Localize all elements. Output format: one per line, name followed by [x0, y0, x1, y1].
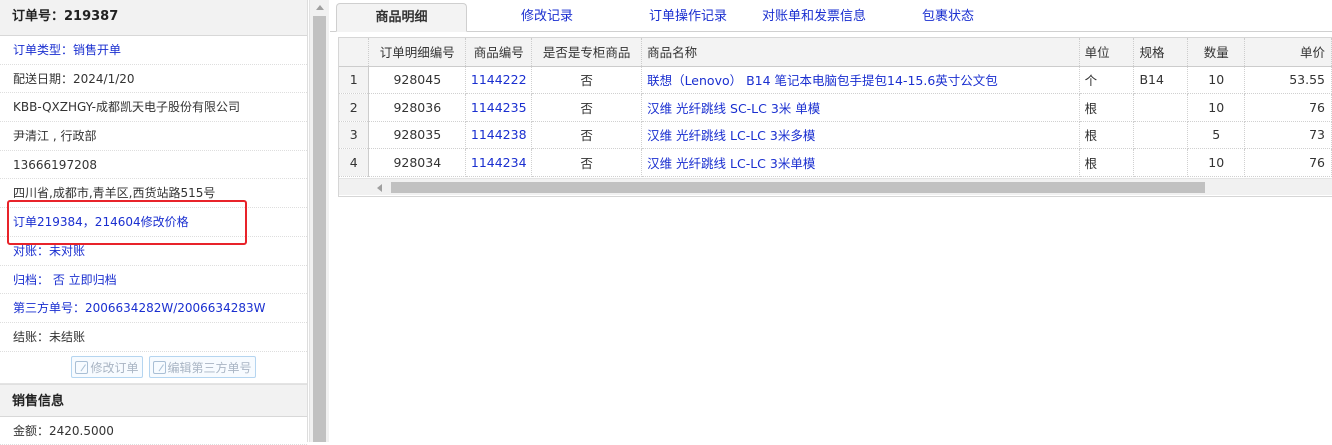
- table-row[interactable]: 4 928034 1144234 否汉维 光纤跳线 LC-LC 3米单模根 10 76: [339, 148, 1332, 177]
- product-id-link[interactable]: 1144222: [465, 66, 533, 94]
- counter-product-header[interactable]: 是否是专柜商品: [531, 38, 643, 67]
- quantity-cell: 10: [1187, 66, 1246, 94]
- reconciliation-status[interactable]: 对账：未对账: [0, 237, 307, 266]
- unit-price-cell: 53.55: [1244, 66, 1332, 94]
- archive-status[interactable]: 归档： 否 立即归档: [0, 266, 307, 295]
- unit-price-cell: 76: [1244, 148, 1332, 177]
- order-action-bar: 修改订单 编辑第三方单号: [0, 352, 307, 384]
- row-number: 1: [339, 66, 370, 94]
- tab-statement-invoice-info[interactable]: 对账单和发票信息: [750, 3, 878, 32]
- unit-header[interactable]: 单位: [1079, 38, 1135, 67]
- scroll-left-arrow-icon[interactable]: [377, 184, 382, 192]
- product-id-link[interactable]: 1144235: [465, 93, 533, 122]
- row-number-header[interactable]: [339, 38, 370, 67]
- unit-cell: 个: [1079, 66, 1135, 94]
- delivery-date: 配送日期：2024/1/20: [0, 65, 307, 94]
- order-type[interactable]: 订单类型：销售开单: [0, 36, 307, 65]
- scroll-up-arrow-icon[interactable]: [316, 5, 324, 10]
- scrollbar-thumb[interactable]: [313, 16, 326, 442]
- edit-third-party-number-label: 编辑第三方单号: [167, 360, 252, 375]
- product-name-link[interactable]: 汉维 光纤跳线 SC-LC 3米 单模: [641, 93, 1080, 122]
- sales-info-title: 销售信息: [0, 383, 307, 417]
- detail-id: 928036: [368, 93, 467, 122]
- product-id-link[interactable]: 1144234: [465, 148, 533, 177]
- third-party-number[interactable]: 第三方单号：2006634282W/2006634283W: [0, 294, 307, 323]
- order-remark[interactable]: 订单219384，214604修改价格: [0, 208, 307, 237]
- left-panel-scrollbar[interactable]: [309, 0, 329, 442]
- spec-cell: [1133, 121, 1189, 149]
- detail-id: 928035: [368, 121, 467, 149]
- spec-cell: B14: [1133, 66, 1189, 94]
- product-name-link[interactable]: 联想（Lenovo） B14 笔记本电脑包手提包14-15.6英寸公文包: [641, 66, 1080, 94]
- spec-cell: [1133, 148, 1189, 177]
- tab-order-operation-records[interactable]: 订单操作记录: [618, 3, 758, 32]
- tab-modify-records[interactable]: 修改记录: [490, 3, 604, 32]
- edit-third-party-number-button[interactable]: 编辑第三方单号: [148, 356, 256, 379]
- modify-order-label: 修改订单: [90, 360, 139, 375]
- row-number: 2: [339, 93, 370, 122]
- grid-horizontal-scrollbar[interactable]: [339, 178, 1332, 195]
- table-row[interactable]: 2 928036 1144235 否汉维 光纤跳线 SC-LC 3米 单模根 10 76: [339, 93, 1332, 122]
- unit-price-cell: 76: [1244, 93, 1332, 122]
- spec-cell: [1133, 93, 1189, 122]
- delivery-address: 四川省,成都市,青羊区,西货站路515号: [0, 179, 307, 209]
- unit-price-cell: 73: [1244, 121, 1332, 149]
- tab-product-details[interactable]: 商品明细: [336, 3, 467, 32]
- contact-phone: 13666197208: [0, 151, 307, 180]
- detail-id: 928045: [368, 66, 467, 94]
- product-id-link[interactable]: 1144238: [465, 121, 533, 149]
- unit-cell: 根: [1079, 121, 1135, 149]
- counter-product-flag: 否: [531, 148, 643, 177]
- quantity-cell: 5: [1187, 121, 1246, 149]
- tab-package-status[interactable]: 包裹状态: [890, 3, 1006, 32]
- unit-cell: 根: [1079, 148, 1135, 177]
- product-id-header[interactable]: 商品编号: [465, 38, 533, 67]
- settlement-status: 结账：未结账: [0, 323, 307, 352]
- modify-order-button[interactable]: 修改订单: [71, 356, 143, 379]
- product-name-header[interactable]: 商品名称: [641, 38, 1080, 67]
- order-number-title: 订单号：219387: [0, 0, 307, 36]
- counter-product-flag: 否: [531, 66, 643, 94]
- quantity-cell: 10: [1187, 93, 1246, 122]
- quantity-cell: 10: [1187, 148, 1246, 177]
- detail-id: 928034: [368, 148, 467, 177]
- tab-bar: 商品明细 修改记录 订单操作记录 对账单和发票信息 包裹状态: [330, 0, 1332, 32]
- table-row[interactable]: 3 928035 1144238 否汉维 光纤跳线 LC-LC 3米多模根 5 73: [339, 121, 1332, 149]
- counter-product-flag: 否: [531, 121, 643, 149]
- product-name-link[interactable]: 汉维 光纤跳线 LC-LC 3米多模: [641, 121, 1080, 149]
- detail-id-header[interactable]: 订单明细编号: [368, 38, 467, 67]
- unit-price-header[interactable]: 单价: [1244, 38, 1332, 67]
- order-info-panel: 订单号：219387 订单类型：销售开单 配送日期：2024/1/20 KBB-QX…: [0, 0, 308, 445]
- quantity-header[interactable]: 数量: [1187, 38, 1246, 67]
- sales-amount: 金额：2420.5000: [0, 417, 307, 445]
- detail-area: 商品明细 修改记录 订单操作记录 对账单和发票信息 包裹状态 订单明细编号 商品编号 是否是…: [330, 0, 1332, 442]
- counter-product-flag: 否: [531, 93, 643, 122]
- spec-header[interactable]: 规格: [1133, 38, 1189, 67]
- horizontal-scrollbar-thumb[interactable]: [391, 182, 1205, 193]
- row-number: 4: [339, 148, 370, 177]
- unit-cell: 根: [1079, 93, 1135, 122]
- customer-company: KBB-QXZHGY-成都凯天电子股份有限公司: [0, 93, 307, 123]
- edit-icon: [152, 360, 166, 374]
- contact-person: 尹清江 , 行政部: [0, 122, 307, 151]
- product-name-link[interactable]: 汉维 光纤跳线 LC-LC 3米单模: [641, 148, 1080, 177]
- product-detail-grid: 订单明细编号 商品编号 是否是专柜商品 商品名称 单位 规格 数量 单价 1 928045 114…: [338, 37, 1332, 197]
- product-table: 订单明细编号 商品编号 是否是专柜商品 商品名称 单位 规格 数量 单价 1 928045 114…: [339, 38, 1332, 177]
- table-row[interactable]: 1 928045 1144222 否联想（Lenovo） B14 笔记本电脑包手提包1…: [339, 66, 1332, 94]
- order-detail-list: 订单类型：销售开单 配送日期：2024/1/20 KBB-QXZHGY-成都凯天电子…: [0, 36, 307, 352]
- row-number: 3: [339, 121, 370, 149]
- edit-icon: [75, 360, 89, 374]
